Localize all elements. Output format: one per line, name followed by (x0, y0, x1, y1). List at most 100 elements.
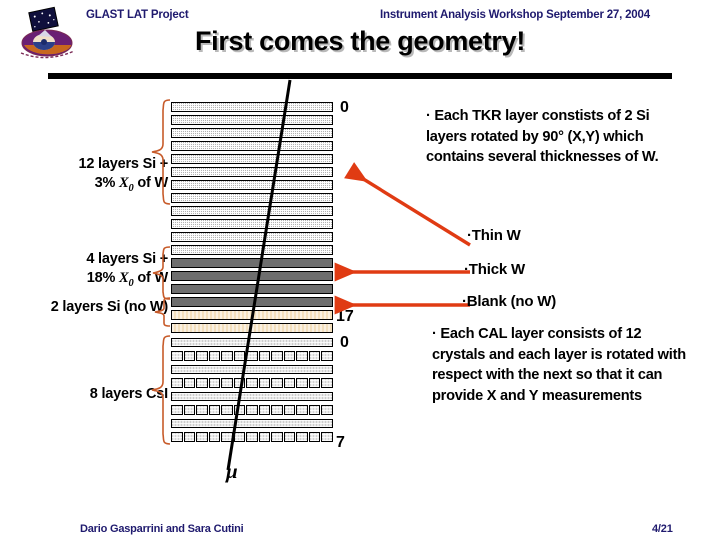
cal-layer-stack (171, 338, 333, 446)
tkr-top-index-label: 0 (340, 99, 349, 116)
tkr-thin-layer (171, 167, 333, 177)
legend-blank-label: ·Blank (no W) (462, 293, 557, 310)
cal-crystal (283, 351, 296, 361)
cal-x-layer (171, 419, 333, 428)
cal-crystal (246, 405, 258, 415)
tkr-thin-layer (171, 128, 333, 138)
cal-crystal (308, 351, 321, 361)
cal-crystal (208, 432, 221, 442)
caption-thin-line2-pre: 3% (94, 175, 120, 191)
brace-blank-group (152, 297, 172, 327)
cal-y-layer (171, 378, 333, 388)
cal-crystal (196, 351, 208, 361)
tkr-thin-layer (171, 115, 333, 125)
cal-crystal (221, 351, 233, 361)
cal-crystal (183, 432, 196, 442)
tkr-thick-layer (171, 258, 333, 268)
cal-crystal (171, 432, 183, 442)
cal-crystal (321, 378, 333, 388)
muon-label: μ (226, 459, 238, 483)
cal-crystal (233, 378, 246, 388)
cal-crystal (196, 378, 208, 388)
cal-crystal (233, 405, 246, 415)
cal-crystal (283, 378, 296, 388)
header-workshop-label: Instrument Analysis Workshop September 2… (380, 9, 650, 21)
cal-y-layer (171, 405, 333, 415)
cal-crystal (321, 405, 333, 415)
cal-y-layer (171, 351, 333, 361)
cal-crystal (221, 378, 233, 388)
cal-crystal (258, 405, 271, 415)
cal-crystal (246, 351, 258, 361)
header-project-label: GLAST LAT Project (86, 9, 189, 21)
cal-crystal (196, 405, 208, 415)
caption-thick-layers: 4 layers Si + 18% X0 of W (8, 250, 168, 293)
caption-csi-layers: 8 layers CsI (89, 386, 168, 402)
tkr-thick-layer (171, 297, 333, 307)
cal-crystal (258, 432, 271, 442)
cal-crystal (271, 378, 283, 388)
cal-crystal (308, 378, 321, 388)
cal-crystal (271, 351, 283, 361)
cal-crystal (221, 405, 233, 415)
tkr-thin-layer (171, 232, 333, 242)
arrow-thin-w (344, 162, 471, 247)
cal-x-layer (171, 365, 333, 374)
cal-crystal (246, 378, 258, 388)
cal-crystal (196, 432, 208, 442)
cal-crystal (183, 405, 196, 415)
cal-crystal (208, 405, 221, 415)
legend-thick-w-label: ·Thick W (464, 261, 525, 278)
tkr-thin-layer (171, 180, 333, 190)
cal-x-layer (171, 392, 333, 401)
legend-thin-w-label: ·Thin W (467, 227, 521, 244)
caption-thick-x: X (119, 270, 129, 286)
cal-crystal (321, 351, 333, 361)
cal-bottom-index-label: 7 (336, 434, 345, 451)
tkr-layer-stack (171, 102, 333, 336)
tkr-thin-layer (171, 193, 333, 203)
cal-crystal (233, 432, 246, 442)
cal-crystal (321, 432, 333, 442)
tkr-thin-layer (171, 245, 333, 255)
cal-crystal (183, 351, 196, 361)
caption-blank-layers: 2 layers Si (no W) (50, 299, 168, 315)
cal-crystal (208, 378, 221, 388)
footer-authors: Dario Gasparrini and Sara Cutini (80, 523, 244, 535)
note-tkr: · Each TKR layer constists of 2 Si layer… (426, 108, 659, 165)
cal-crystal (171, 378, 183, 388)
cal-crystal (296, 351, 308, 361)
tkr-thin-layer (171, 206, 333, 216)
caption-thin-x: X (119, 175, 129, 191)
brace-thick-group (150, 246, 172, 300)
cal-crystal (271, 432, 283, 442)
cal-crystal (258, 378, 271, 388)
tkr-thin-layer (171, 141, 333, 151)
cal-top-index-label: 0 (340, 334, 349, 351)
cal-crystal (283, 405, 296, 415)
tkr-thick-layer (171, 284, 333, 294)
slide-root: GLAST LAT Project Instrument Analysis Wo… (0, 0, 720, 540)
cal-crystal (258, 351, 271, 361)
cal-crystal (296, 405, 308, 415)
tkr-blank-layer (171, 310, 333, 320)
brace-thin-group (148, 98, 172, 206)
cal-x-layer (171, 338, 333, 347)
cal-crystal (183, 378, 196, 388)
page-title: First comes the geometry! (194, 26, 526, 56)
cal-crystal (283, 432, 296, 442)
tkr-thin-layer (171, 219, 333, 229)
caption-thin-layers: 12 layers Si + 3% X0 of W (8, 155, 168, 198)
footer-page-number: 4/21 (652, 523, 673, 535)
note-cal: · Each CAL layer consists of 12 crystals… (432, 326, 686, 404)
cal-crystal (171, 351, 183, 361)
cal-crystal (271, 405, 283, 415)
brace-csi-group (148, 334, 172, 446)
cal-crystal (246, 432, 258, 442)
cal-crystal (171, 405, 183, 415)
tkr-thick-layer (171, 271, 333, 281)
cal-crystal (296, 432, 308, 442)
tkr-blank-layer (171, 323, 333, 333)
cal-crystal (221, 432, 233, 442)
cal-crystal (208, 351, 221, 361)
